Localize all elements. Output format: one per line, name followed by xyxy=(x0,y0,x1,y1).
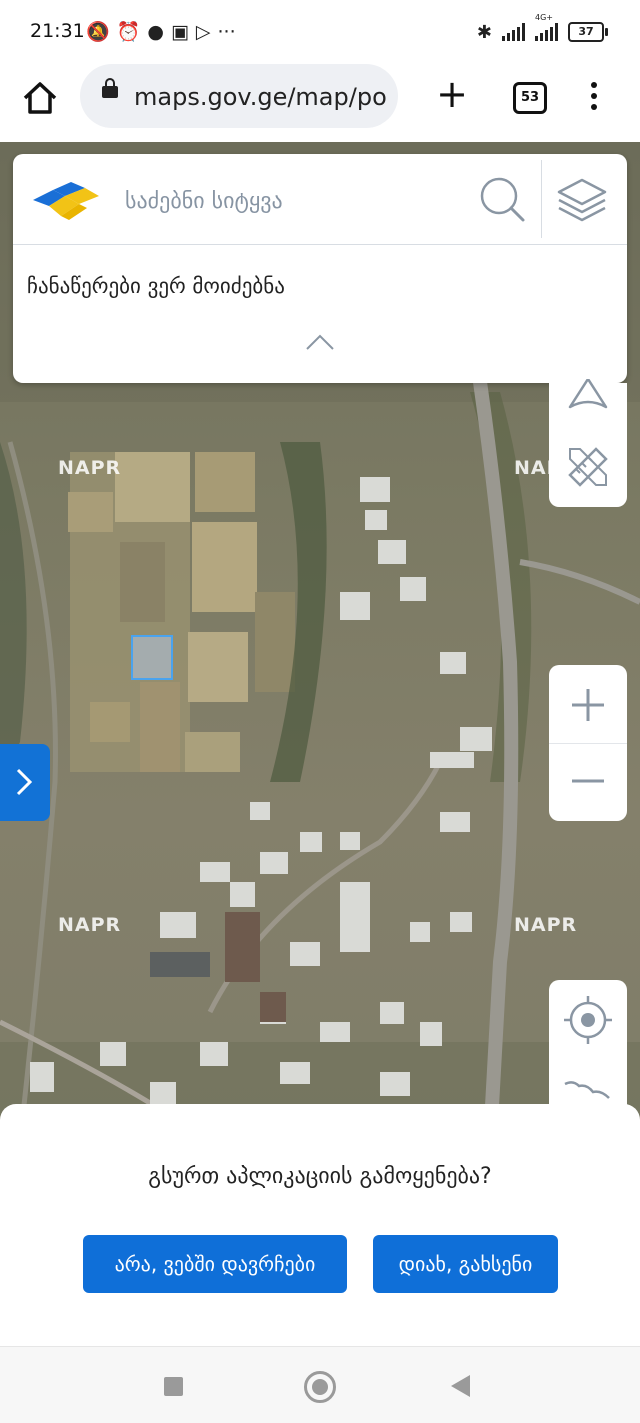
browser-menu-button[interactable] xyxy=(584,82,604,116)
napr-watermark: NAPR xyxy=(58,457,122,479)
stay-in-web-button[interactable]: არა, ვებში დავრჩები xyxy=(83,1235,347,1293)
chevron-up-icon xyxy=(306,334,334,350)
circle-icon: ● xyxy=(147,21,164,43)
measure-button[interactable] xyxy=(566,445,610,489)
lock-icon xyxy=(102,78,118,98)
no-results-message: ჩანაწერები ვერ მოიძებნა xyxy=(27,274,285,298)
navigate-button[interactable] xyxy=(564,377,612,415)
navigation-arrow-icon xyxy=(568,377,608,409)
zoom-in-button[interactable] xyxy=(549,665,627,743)
search-button[interactable] xyxy=(477,174,527,224)
back-button[interactable] xyxy=(451,1375,470,1397)
home-icon xyxy=(23,82,57,114)
alarm-icon: ⏰ xyxy=(116,21,141,43)
zoom-controls xyxy=(549,665,627,821)
battery-icon: 37 xyxy=(568,22,608,42)
browser-toolbar: maps.gov.ge/map/po + 53 xyxy=(0,62,640,142)
home-nav-button[interactable] xyxy=(304,1371,336,1403)
search-icon xyxy=(480,177,525,222)
new-tab-button[interactable]: + xyxy=(432,75,472,116)
minus-icon xyxy=(572,779,604,783)
network-type: 4G+ xyxy=(535,13,553,22)
signal-4g-icon: 4G+ xyxy=(535,13,558,41)
crosshair-icon xyxy=(564,996,612,1044)
plus-icon xyxy=(572,689,604,721)
napr-watermark: NAPR xyxy=(58,914,122,936)
my-location-button[interactable] xyxy=(562,994,614,1046)
tab-switcher-button[interactable]: 53 xyxy=(513,82,547,114)
url-text: maps.gov.ge/map/po xyxy=(134,83,387,111)
search-input[interactable] xyxy=(123,182,477,220)
more-icon: ··· xyxy=(217,21,236,43)
send-icon: ▷ xyxy=(195,21,211,43)
address-bar[interactable]: maps.gov.ge/map/po xyxy=(80,64,398,128)
open-app-button[interactable]: დიახ, გახსენი xyxy=(373,1235,558,1293)
zoom-out-button[interactable] xyxy=(549,743,627,821)
mute-icon: 🔕 xyxy=(86,21,110,43)
signal-icon xyxy=(502,23,525,41)
napr-logo xyxy=(33,182,99,220)
divider xyxy=(541,160,542,238)
layers-icon xyxy=(557,178,607,222)
field-patches xyxy=(68,452,295,772)
search-bar xyxy=(13,154,627,245)
napr-watermark: NAPR xyxy=(514,914,578,936)
status-bar: 21:31 🔕 ⏰ ● ▣ ▷ ··· ✱ 4G+ 37 xyxy=(0,0,640,62)
layers-button[interactable] xyxy=(553,176,611,226)
cast-icon: ▣ xyxy=(170,21,189,43)
status-icons: 🔕 ⏰ ● ▣ ▷ ··· xyxy=(86,18,236,46)
country-map-button[interactable] xyxy=(563,1078,613,1105)
bluetooth-icon: ✱ xyxy=(476,21,492,43)
chevron-right-icon xyxy=(16,768,33,796)
home-button[interactable] xyxy=(20,78,60,118)
open-in-app-sheet: გსურთ აპლიკაციის გამოყენება? არა, ვებში … xyxy=(0,1104,640,1346)
status-time: 21:31 xyxy=(30,20,85,42)
search-panel: ჩანაწერები ვერ მოიძებნა xyxy=(13,154,627,383)
open-app-question: გსურთ აპლიკაციის გამოყენება? xyxy=(148,1164,492,1189)
system-navigation-bar xyxy=(0,1346,640,1423)
location-controls xyxy=(549,980,627,1105)
georgia-map-icon xyxy=(564,1081,610,1099)
recents-button[interactable] xyxy=(164,1377,183,1396)
sidebar-toggle-button[interactable] xyxy=(0,744,50,821)
map-tools-panel xyxy=(549,377,627,507)
status-right: ✱ 4G+ 37 xyxy=(476,13,608,46)
collapse-button[interactable] xyxy=(305,332,335,352)
ruler-pencil-icon xyxy=(568,447,608,487)
selected-parcel[interactable] xyxy=(131,635,173,680)
